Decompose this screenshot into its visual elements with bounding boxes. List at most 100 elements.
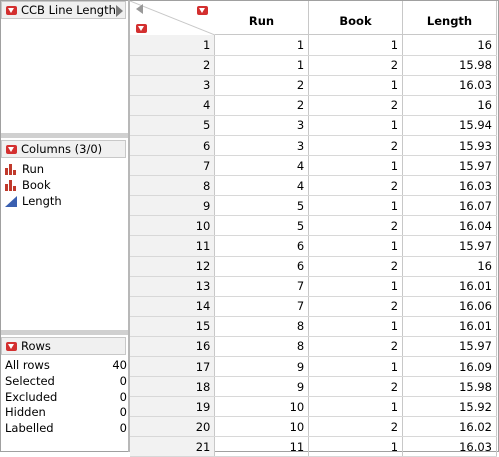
cell-book[interactable]: 2 [308,175,404,197]
cell-length[interactable]: 16.07 [402,195,497,217]
table-row[interactable]: 4 2 2 16 [130,95,497,116]
cell-length[interactable]: 16.03 [402,436,497,457]
cell-book[interactable]: 1 [308,155,404,177]
table-panel-header[interactable]: CCB Line Length [1,1,126,19]
cell-book[interactable]: 1 [308,356,404,378]
cell-book[interactable]: 2 [308,95,404,116]
table-row[interactable]: 12 6 2 16 [130,256,497,277]
row-number[interactable]: 8 [130,175,216,197]
row-number[interactable]: 19 [130,396,216,418]
row-number[interactable]: 3 [130,75,216,96]
row-number[interactable]: 13 [130,276,216,297]
cell-run[interactable]: 8 [214,336,310,358]
cell-book[interactable]: 1 [308,235,404,257]
cell-book[interactable]: 2 [308,336,404,358]
expand-right-icon[interactable] [116,5,123,17]
table-row[interactable]: 2 1 2 15.98 [130,55,497,76]
cell-run[interactable]: 10 [214,396,310,418]
row-number[interactable]: 20 [130,416,216,438]
cell-book[interactable]: 2 [308,215,404,237]
column-item-book[interactable]: Book [5,177,51,193]
cell-length[interactable]: 16 [402,35,497,56]
row-number[interactable]: 5 [130,115,216,136]
cell-run[interactable]: 4 [214,175,310,197]
row-number[interactable]: 1 [130,35,216,56]
row-number[interactable]: 4 [130,95,216,116]
row-number[interactable]: 17 [130,356,216,378]
row-number[interactable]: 12 [130,256,216,277]
table-row[interactable]: 17 9 1 16.09 [130,356,497,378]
cell-run[interactable]: 4 [214,155,310,177]
cell-run[interactable]: 9 [214,356,310,378]
cell-length[interactable]: 16.01 [402,276,497,297]
column-item-run[interactable]: Run [5,161,44,177]
cell-book[interactable]: 1 [308,195,404,217]
cell-run[interactable]: 5 [214,215,310,237]
row-number[interactable]: 10 [130,215,216,237]
columns-menu-icon[interactable] [6,145,17,154]
cell-length[interactable]: 15.97 [402,235,497,257]
cell-length[interactable]: 16 [402,95,497,116]
cell-run[interactable]: 2 [214,75,310,96]
cell-length[interactable]: 15.97 [402,155,497,177]
cell-book[interactable]: 2 [308,416,404,438]
table-row[interactable]: 16 8 2 15.97 [130,336,497,358]
cell-length[interactable]: 15.98 [402,55,497,76]
cell-run[interactable]: 3 [214,135,310,157]
column-header-run[interactable]: Run [215,1,309,35]
table-row[interactable]: 7 4 1 15.97 [130,155,497,177]
back-arrow-icon[interactable] [136,4,143,14]
cell-length[interactable]: 15.94 [402,115,497,136]
cell-run[interactable]: 1 [214,55,310,76]
cell-length[interactable]: 15.98 [402,376,497,398]
columns-panel-header[interactable]: Columns (3/0) [1,140,126,158]
columns-menu-icon[interactable] [197,6,208,15]
table-row[interactable]: 9 5 1 16.07 [130,195,497,217]
cell-run[interactable]: 2 [214,95,310,116]
table-row[interactable]: 6 3 2 15.93 [130,135,497,157]
rows-panel-header[interactable]: Rows [1,337,126,355]
row-number[interactable]: 21 [130,436,216,457]
row-number[interactable]: 11 [130,235,216,257]
cell-book[interactable]: 2 [308,296,404,317]
cell-run[interactable]: 9 [214,376,310,398]
table-row[interactable]: 19 10 1 15.92 [130,396,497,418]
cell-run[interactable]: 6 [214,256,310,277]
cell-length[interactable]: 15.92 [402,396,497,418]
cell-book[interactable]: 2 [308,55,404,76]
table-row[interactable]: 18 9 2 15.98 [130,376,497,398]
row-number[interactable]: 9 [130,195,216,217]
cell-run[interactable]: 6 [214,235,310,257]
table-row[interactable]: 8 4 2 16.03 [130,175,497,197]
table-row[interactable]: 1 1 1 16 [130,35,497,56]
cell-length[interactable]: 16.04 [402,215,497,237]
row-number[interactable]: 16 [130,336,216,358]
cell-book[interactable]: 1 [308,276,404,297]
cell-length[interactable]: 15.93 [402,135,497,157]
cell-run[interactable]: 7 [214,296,310,317]
row-number[interactable]: 2 [130,55,216,76]
cell-run[interactable]: 1 [214,35,310,56]
table-row[interactable]: 5 3 1 15.94 [130,115,497,136]
table-row[interactable]: 13 7 1 16.01 [130,276,497,297]
cell-length[interactable]: 16.01 [402,316,497,337]
table-row[interactable]: 3 2 1 16.03 [130,75,497,96]
row-number[interactable]: 14 [130,296,216,317]
cell-book[interactable]: 2 [308,135,404,157]
cell-run[interactable]: 10 [214,416,310,438]
cell-book[interactable]: 1 [308,35,404,56]
cell-run[interactable]: 5 [214,195,310,217]
table-row[interactable]: 21 11 1 16.03 [130,436,497,457]
panel-divider[interactable] [1,133,128,138]
cell-book[interactable]: 1 [308,396,404,418]
table-row[interactable]: 11 6 1 15.97 [130,235,497,257]
cell-length[interactable]: 16.03 [402,175,497,197]
cell-length[interactable]: 16.06 [402,296,497,317]
cell-run[interactable]: 3 [214,115,310,136]
table-row[interactable]: 14 7 2 16.06 [130,296,497,317]
column-header-length[interactable]: Length [403,1,497,35]
table-menu-icon[interactable] [6,6,17,15]
cell-book[interactable]: 2 [308,376,404,398]
cell-length[interactable]: 15.97 [402,336,497,358]
cell-book[interactable]: 2 [308,256,404,277]
